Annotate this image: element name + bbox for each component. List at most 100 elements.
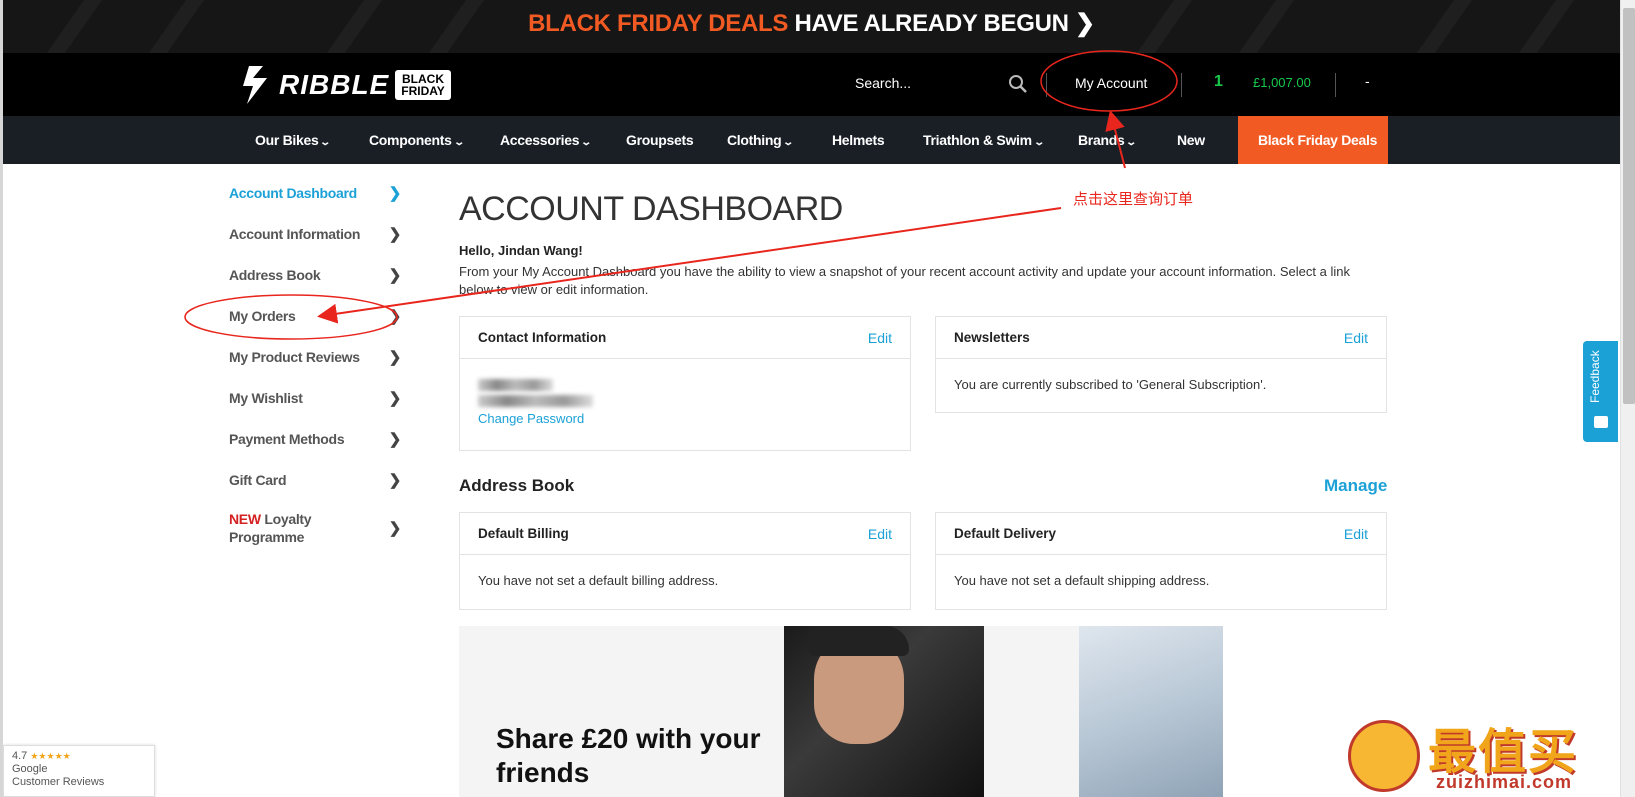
edit-link[interactable]: Edit xyxy=(1344,526,1368,542)
nav-brands[interactable]: Brands⌄ xyxy=(1078,116,1138,164)
nav-groupsets[interactable]: Groupsets xyxy=(626,116,694,164)
sidebar-item-payment-methods[interactable]: Payment Methods ❯ xyxy=(229,418,401,459)
badge-line-2: Customer Reviews xyxy=(12,776,105,788)
cart-total[interactable]: £1,007.00 xyxy=(1253,75,1311,90)
chevron-down-icon: ⌄ xyxy=(452,137,465,148)
sidebar-item-label: Account Information xyxy=(229,225,361,242)
card-header: Newsletters Edit xyxy=(936,317,1386,359)
search-input[interactable]: Search... xyxy=(855,75,911,91)
feedback-icon xyxy=(1594,416,1608,428)
nav-label: Our Bikes xyxy=(255,132,319,148)
promo-banner[interactable]: BLACK FRIDAY DEALS HAVE ALREADY BEGUN ❯ xyxy=(3,0,1620,53)
delivery-status: You have not set a default shipping addr… xyxy=(954,573,1210,588)
sidebar-item-gift-card[interactable]: Gift Card ❯ xyxy=(229,459,401,500)
nav-clothing[interactable]: Clothing⌄ xyxy=(727,116,795,164)
nav-label: New xyxy=(1177,132,1205,148)
nav-new[interactable]: New xyxy=(1177,116,1205,164)
sidebar-item-loyalty-programme[interactable]: NEW Loyalty Programme ❯ xyxy=(229,500,401,556)
feedback-tab[interactable]: Feedback xyxy=(1583,341,1618,442)
chevron-right-icon: ❯ xyxy=(388,348,402,366)
google-reviews-badge[interactable]: 4.7 ★★★★★ Google Customer Reviews xyxy=(3,745,155,797)
nav-our-bikes[interactable]: Our Bikes⌄ xyxy=(255,116,332,164)
card-header: Default Billing Edit xyxy=(460,513,910,555)
scrollbar-thumb[interactable] xyxy=(1623,8,1635,404)
sidebar-item-my-product-reviews[interactable]: My Product Reviews ❯ xyxy=(229,336,401,377)
promo-highlight: BLACK FRIDAY DEALS xyxy=(528,10,789,37)
star-rating-icon: ★★★★★ xyxy=(30,751,71,761)
rating-value: 4.7 xyxy=(12,750,28,762)
nav-label: Clothing xyxy=(727,132,782,148)
sidebar-item-account-information[interactable]: Account Information ❯ xyxy=(229,213,401,254)
page: BLACK FRIDAY DEALS HAVE ALREADY BEGUN ❯ … xyxy=(0,0,1635,797)
ribble-logo[interactable]: RIBBLE BLACK FRIDAY xyxy=(243,64,451,106)
site-header: RIBBLE BLACK FRIDAY Search... My Account… xyxy=(3,53,1620,116)
nav-components[interactable]: Components⌄ xyxy=(369,116,465,164)
nav-label: Accessories xyxy=(500,132,580,148)
chevron-down-icon: ⌄ xyxy=(1033,137,1045,148)
sidebar-item-account-dashboard[interactable]: Account Dashboard ❯ xyxy=(229,172,401,213)
newsletters-card: Newsletters Edit You are currently subscr… xyxy=(935,316,1387,413)
referral-promo[interactable]: Share £20 with your friends xyxy=(459,626,1223,797)
my-account-link[interactable]: My Account xyxy=(1075,75,1147,91)
tag-line-2: FRIDAY xyxy=(401,84,445,98)
edit-link[interactable]: Edit xyxy=(868,330,892,346)
nav-helmets[interactable]: Helmets xyxy=(832,116,885,164)
account-sidebar: Account Dashboard ❯ Account Information ❯ … xyxy=(229,172,401,556)
referral-headline: Share £20 with your friends xyxy=(496,723,761,788)
sidebar-item-label-wrap: NEW Loyalty Programme xyxy=(229,510,359,546)
nav-triathlon-swim[interactable]: Triathlon & Swim⌄ xyxy=(923,116,1045,164)
chevron-right-icon: ❯ xyxy=(388,389,402,407)
promo-rest: HAVE ALREADY BEGUN xyxy=(794,10,1069,37)
sidebar-item-label: My Wishlist xyxy=(229,389,303,406)
edit-link[interactable]: Edit xyxy=(868,526,892,542)
chevron-right-icon: ❯ xyxy=(1075,10,1095,37)
card-title: Default Delivery xyxy=(954,526,1057,541)
sidebar-item-my-wishlist[interactable]: My Wishlist ❯ xyxy=(229,377,401,418)
new-badge: NEW xyxy=(229,511,261,527)
chevron-right-icon: ❯ xyxy=(388,266,402,284)
chevron-down-icon: ⌄ xyxy=(580,137,593,148)
card-title: Contact Information xyxy=(478,330,607,345)
greeting: Hello, Jindan Wang! xyxy=(459,243,583,258)
header-divider xyxy=(1335,73,1336,97)
change-password-link[interactable]: Change Password xyxy=(478,411,584,426)
sidebar-item-my-orders[interactable]: My Orders ❯ xyxy=(229,295,401,336)
nav-label: Components xyxy=(369,132,452,148)
default-delivery-card: Default Delivery Edit You have not set a … xyxy=(935,512,1387,610)
sidebar-item-label: My Product Reviews xyxy=(229,348,360,365)
manage-link[interactable]: Manage xyxy=(1324,476,1387,496)
header-divider xyxy=(1181,73,1182,97)
redacted-name xyxy=(478,379,553,391)
header-menu-dash[interactable]: - xyxy=(1365,73,1370,89)
annotation-text: 点击这里查询订单 xyxy=(1073,191,1194,208)
redacted-email xyxy=(478,395,593,407)
cart-count[interactable]: 1 xyxy=(1214,73,1223,91)
watermark: 最值买 zuizhimai.com xyxy=(1348,712,1635,797)
chevron-right-icon: ❯ xyxy=(388,520,402,537)
watermark-url: zuizhimai.com xyxy=(1436,772,1573,792)
card-title: Newsletters xyxy=(954,330,1030,345)
watermark-logo xyxy=(1348,720,1420,792)
edit-link[interactable]: Edit xyxy=(1344,330,1368,346)
search-icon[interactable] xyxy=(1008,74,1028,94)
nav-label: Black Friday Deals xyxy=(1258,132,1378,148)
logo-word: RIBBLE xyxy=(279,69,390,100)
chevron-right-icon: ❯ xyxy=(388,225,402,243)
subscription-status: You are currently subscribed to 'General… xyxy=(954,377,1267,392)
main-content: ACCOUNT DASHBOARD Hello, Jindan Wang! Fr… xyxy=(459,190,1389,299)
sidebar-item-label: Account Dashboard xyxy=(229,184,357,201)
sidebar-item-address-book[interactable]: Address Book ❯ xyxy=(229,254,401,295)
nav-black-friday-deals[interactable]: Black Friday Deals xyxy=(1238,116,1388,164)
nav-label: Helmets xyxy=(832,132,885,148)
nav-label: Triathlon & Swim xyxy=(923,132,1032,148)
chevron-down-icon: ⌄ xyxy=(782,137,795,148)
cyclist-photo-2 xyxy=(1079,626,1223,797)
main-nav: Our Bikes⌄ Components⌄ Accessories⌄ Grou… xyxy=(3,116,1620,164)
address-book-title: Address Book xyxy=(459,476,575,495)
promo-title[interactable]: BLACK FRIDAY DEALS HAVE ALREADY BEGUN ❯ xyxy=(3,9,1620,38)
chevron-right-icon: ❯ xyxy=(388,184,402,202)
cyclist-helmet xyxy=(809,626,909,656)
card-body: Change Password xyxy=(460,359,910,444)
page-title: ACCOUNT DASHBOARD xyxy=(459,190,843,228)
nav-accessories[interactable]: Accessories⌄ xyxy=(500,116,593,164)
